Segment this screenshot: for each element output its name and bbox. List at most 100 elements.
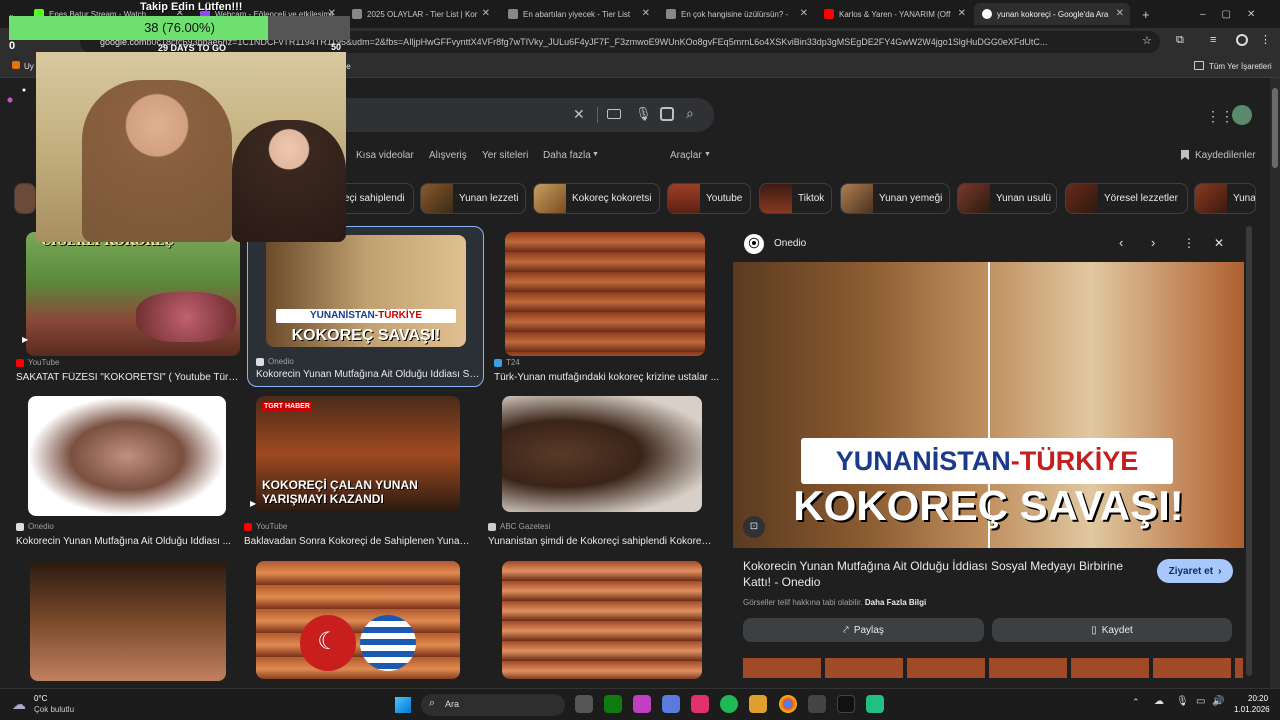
microphone-icon[interactable]: 🎙 (635, 106, 652, 122)
result-thumbnail[interactable] (502, 396, 702, 512)
bookmark-icon[interactable] (12, 61, 20, 69)
image-result-selected[interactable]: YUNANİSTAN-TÜRKİYE KOKOREÇ SAVAŞI! Onedi… (247, 226, 484, 387)
chip[interactable]: Youtube (667, 183, 751, 214)
nav-saved[interactable]: Kaydedilenler (1195, 150, 1256, 161)
image-result[interactable]: TGRT HABER KOKOREÇİ ÇALAN YUNAN YARIŞMAY… (242, 396, 470, 556)
volume-icon[interactable]: 🔊 (1212, 696, 1224, 707)
nav-shopping[interactable]: Alışveriş (429, 150, 467, 161)
avatar[interactable] (1232, 105, 1252, 125)
tab-4[interactable]: En abartılan yiyecek - Tier List ✕ (500, 3, 656, 25)
microphone-icon[interactable]: 🎙 (1176, 696, 1189, 707)
chip[interactable]: Kokoreç kokoretsi (533, 183, 660, 214)
panel-title[interactable]: Kokorecin Yunan Mutfağına Ait Olduğu İdd… (743, 558, 1143, 590)
clear-icon[interactable]: ✕ (573, 106, 585, 123)
apps-icon[interactable]: ⋮⋮ (1206, 108, 1234, 125)
lens-search-icon[interactable]: ⊡ (743, 516, 765, 538)
paint-icon[interactable] (633, 695, 651, 713)
tab-6[interactable]: Karlos & Yaren - YANARIM (Off ✕ (816, 3, 972, 25)
clock-date[interactable]: 1.01.2026 (1234, 705, 1270, 714)
result-thumbnail[interactable]: CİĞERLİ KOKOREÇ (26, 232, 240, 356)
chip[interactable]: Yöresel lezzetler (1065, 183, 1188, 214)
result-thumbnail[interactable]: TGRT HABER KOKOREÇİ ÇALAN YUNAN YARIŞMAY… (256, 396, 460, 512)
close-icon[interactable]: ✕ (1214, 236, 1224, 250)
result-title[interactable]: Türk-Yunan mutfağındaki kokoreç krizine … (494, 372, 720, 383)
tab-7-active[interactable]: yunan kokoreçi - Google'da Ara ✕ (974, 3, 1130, 25)
chip[interactable]: Yunan usulü (957, 183, 1057, 214)
task-view-icon[interactable] (575, 695, 593, 713)
weather-text[interactable]: Çok bulutlu (34, 705, 74, 714)
close-icon[interactable]: ✕ (958, 8, 966, 19)
nav-tools[interactable]: Araçlar (670, 150, 702, 161)
result-thumbnail[interactable] (28, 396, 226, 516)
image-result[interactable]: CİĞERLİ KOKOREÇ ▶ YouTube SAKATAT FÜZESİ… (14, 232, 242, 392)
close-icon[interactable]: ✕ (1116, 8, 1124, 19)
result-title[interactable]: Yunanistan şimdi de Kokoreçi sahiplendi … (488, 536, 714, 547)
chip[interactable]: Tiktok (759, 183, 832, 214)
save-button[interactable]: ▯ Kaydet (992, 618, 1232, 642)
image-result[interactable]: Onedio Kokorecin Yunan Mutfağına Ait Old… (14, 396, 242, 556)
image-result[interactable]: T24 Türk-Yunan mutfağındaki kokoreç kriz… (490, 232, 720, 392)
panel-scrollbar[interactable] (1246, 226, 1252, 676)
cloud-icon[interactable]: ☁ (1154, 696, 1164, 707)
related-images-strip[interactable] (743, 658, 1243, 678)
capcut-icon[interactable] (808, 695, 826, 713)
nav-web[interactable]: Yer siteleri (482, 150, 528, 161)
spotify-icon[interactable] (720, 695, 738, 713)
panel-source[interactable]: Onedio (774, 238, 806, 249)
share-button[interactable]: ⤤ Paylaş (743, 618, 984, 642)
xbox-icon[interactable] (604, 695, 622, 713)
chevron-up-icon[interactable]: ⌃ (1132, 697, 1140, 708)
chip[interactable]: Yuna (1194, 183, 1256, 214)
visit-button[interactable]: Ziyaret et › (1157, 559, 1233, 583)
tab-5[interactable]: En çok hangisine üzülürsün? - ✕ (658, 3, 814, 25)
clock-time[interactable]: 20:20 (1248, 694, 1268, 703)
next-icon[interactable]: › (1151, 235, 1155, 250)
chip[interactable]: Yunan lezzeti (420, 183, 526, 214)
display-icon[interactable]: ▭ (1196, 696, 1205, 707)
more-options-icon[interactable]: ⋮ (1183, 236, 1195, 250)
nav-more[interactable]: Daha fazla (543, 150, 591, 161)
copilot-icon[interactable] (662, 695, 680, 713)
chip[interactable]: eçi sahiplendi (340, 183, 414, 214)
all-bookmarks[interactable]: Tüm Yer İşaretleri (1209, 62, 1272, 71)
instagram-icon[interactable] (691, 695, 709, 713)
page-scrollbar[interactable] (1270, 78, 1280, 688)
tab-3[interactable]: 2025 OLAYLAR - Tier List | Kor ✕ (344, 3, 496, 25)
close-icon[interactable]: ✕ (642, 8, 650, 19)
preview-image[interactable]: YUNANİSTAN-TÜRKİYE KOKOREÇ SAVAŞI! ⊡ (733, 262, 1244, 548)
close-icon[interactable]: ✕ (800, 8, 808, 19)
result-title[interactable]: Baklavadan Sonra Kokoreçi de Sahiplenen … (244, 536, 470, 547)
search-icon[interactable]: ⌕ (686, 105, 694, 122)
result-title[interactable]: Kokorecin Yunan Mutfağına Ait Olduğu İdd… (16, 536, 242, 547)
profile-icon[interactable] (1236, 34, 1248, 46)
result-thumbnail[interactable]: YUNANİSTAN-TÜRKİYE KOKOREÇ SAVAŞI! (266, 235, 466, 347)
lens-icon[interactable] (660, 107, 674, 121)
media-icon[interactable]: ≡ (1210, 34, 1216, 46)
result-title[interactable]: Kokorecin Yunan Mutfağına Ait Olduğu İdd… (256, 369, 482, 380)
result-thumbnail[interactable] (502, 561, 702, 679)
menu-icon[interactable]: ⋮ (1260, 33, 1271, 46)
chip[interactable]: Yunan yemeği (840, 183, 950, 214)
new-tab-button[interactable]: + (1134, 3, 1154, 25)
more-info-link[interactable]: Daha Fazla Bilgi (865, 598, 926, 607)
tiktok-icon[interactable] (837, 695, 855, 713)
result-thumbnail[interactable]: ☾ (256, 561, 460, 679)
result-title[interactable]: SAKATAT FÜZESİ "KOKORETSI" ( Youtube Tür… (16, 372, 242, 383)
store-icon[interactable] (749, 695, 767, 713)
result-thumbnail[interactable] (505, 232, 705, 356)
prev-icon[interactable]: ‹ (1119, 235, 1123, 250)
window-controls[interactable]: –▢✕ (1192, 3, 1272, 25)
chrome-icon[interactable] (779, 695, 797, 713)
start-icon[interactable] (395, 697, 411, 713)
chip-scroll-left[interactable] (14, 183, 36, 214)
close-icon[interactable]: ✕ (482, 8, 490, 19)
scroll-thumb[interactable] (1272, 88, 1278, 168)
bookmark-star-icon[interactable]: ☆ (1142, 34, 1152, 47)
taskbar-search[interactable]: ⌕ Ara (421, 694, 565, 716)
keyboard-icon[interactable] (607, 109, 621, 119)
image-result[interactable]: ABC Gazetesi Yunanistan şimdi de Kokoreç… (486, 396, 714, 556)
extensions-icon[interactable]: ⧉ (1176, 34, 1184, 47)
bookmark-label[interactable]: Uy (24, 62, 34, 71)
whatsapp-icon[interactable] (866, 695, 884, 713)
weather-temp[interactable]: 0°C (34, 694, 47, 703)
